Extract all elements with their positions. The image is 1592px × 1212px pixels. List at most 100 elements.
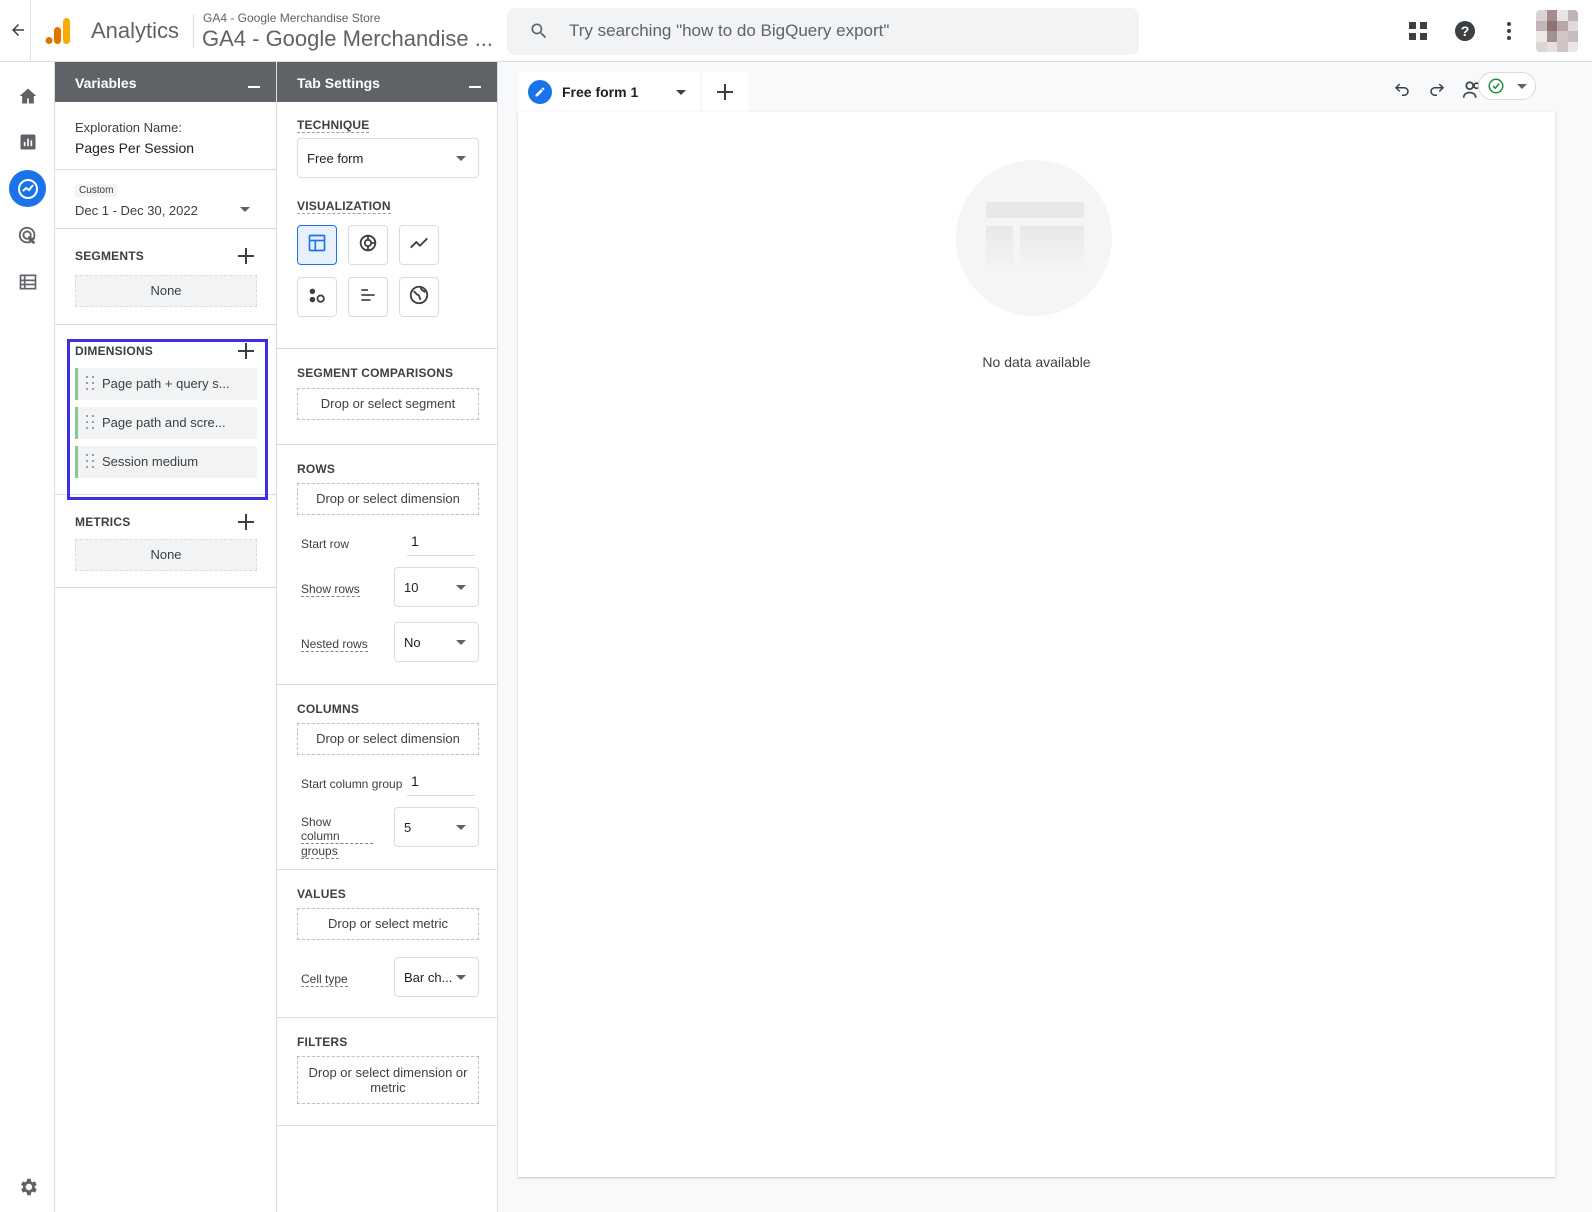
nested-rows-value: No: [404, 635, 421, 650]
technique-label: TECHNIQUE: [297, 118, 370, 133]
redo-icon[interactable]: [1423, 76, 1451, 104]
bar-viz-button[interactable]: [348, 277, 388, 317]
technique-section: TECHNIQUE Free form VISUALIZATION: [277, 102, 497, 349]
save-status-menu[interactable]: [1478, 72, 1536, 100]
show-column-groups-select[interactable]: 5: [394, 807, 479, 847]
donut-chart-icon: [357, 232, 379, 259]
apps-grid-icon[interactable]: [1405, 18, 1431, 44]
segment-comparisons-label: SEGMENT COMPARISONS: [297, 366, 454, 380]
add-segment-icon[interactable]: [238, 248, 254, 264]
add-metric-icon[interactable]: [238, 514, 254, 530]
line-chart-icon: [408, 232, 430, 259]
avatar[interactable]: [1536, 10, 1578, 52]
exploration-canvas-area: Free form 1 No data available: [498, 62, 1592, 1212]
exploration-name-section: Exploration Name: Pages Per Session: [55, 102, 276, 170]
segments-section: SEGMENTS None: [55, 229, 276, 325]
search-bar[interactable]: Try searching "how to do BigQuery export…: [507, 8, 1139, 55]
chevron-down-icon: [456, 825, 466, 830]
bar-chart-icon: [358, 285, 378, 310]
technique-select[interactable]: Free form: [297, 138, 479, 178]
analytics-logo[interactable]: [44, 16, 74, 46]
variables-header: Variables: [55, 62, 276, 102]
divider: [193, 14, 194, 48]
filters-label: FILTERS: [297, 1035, 348, 1049]
home-icon[interactable]: [9, 77, 46, 114]
edit-pencil-icon[interactable]: [528, 80, 552, 104]
chevron-down-icon: [456, 585, 466, 590]
chevron-down-icon[interactable]: [676, 90, 686, 95]
collapse-icon[interactable]: [469, 86, 481, 88]
columns-drop-zone[interactable]: Drop or select dimension: [297, 723, 479, 755]
scatter-viz-button[interactable]: [297, 277, 337, 317]
account-name[interactable]: GA4 - Google Merchandise Store: [203, 11, 380, 25]
show-column-groups-value: 5: [404, 820, 412, 835]
app-name: Analytics: [91, 18, 180, 43]
empty-state-illustration: [956, 160, 1112, 316]
metrics-empty[interactable]: None: [75, 539, 257, 571]
cell-type-label: Cell type: [301, 972, 348, 987]
nested-rows-select[interactable]: No: [394, 622, 479, 662]
variables-panel: Variables Exploration Name: Pages Per Se…: [55, 62, 277, 1212]
settings-icon[interactable]: [9, 1168, 46, 1205]
tab-settings-panel: Tab Settings TECHNIQUE Free form VISUALI…: [277, 62, 498, 1212]
tab-free-form-1[interactable]: Free form 1: [518, 72, 700, 112]
left-navigation: [0, 62, 55, 1212]
explore-icon[interactable]: [9, 170, 46, 207]
visualization-canvas: No data available: [518, 112, 1555, 1177]
line-viz-button[interactable]: [399, 225, 439, 265]
chevron-down-icon: [1517, 84, 1527, 89]
back-arrow-icon[interactable]: [4, 16, 32, 44]
columns-section: COLUMNS Drop or select dimension Start c…: [277, 685, 497, 870]
panel-title: Tab Settings: [297, 75, 380, 91]
values-section: VALUES Drop or select metric Cell type B…: [277, 870, 497, 1018]
property-selector[interactable]: GA4 - Google Merchandise ...: [202, 26, 494, 52]
filters-drop-zone[interactable]: Drop or select dimension or metric: [297, 1056, 479, 1104]
exploration-name-input[interactable]: Pages Per Session: [75, 140, 194, 156]
advertising-icon[interactable]: [9, 217, 46, 254]
show-rows-select[interactable]: 10: [394, 567, 479, 607]
columns-label: COLUMNS: [297, 702, 360, 716]
reports-icon[interactable]: [9, 123, 46, 160]
metrics-title: METRICS: [75, 515, 131, 529]
drop-text: Drop or select dimension or: [308, 1065, 468, 1080]
help-icon[interactable]: ?: [1452, 18, 1478, 44]
geo-map-icon: [408, 284, 430, 311]
show-rows-value: 10: [404, 580, 419, 595]
segment-drop-zone[interactable]: Drop or select segment: [297, 388, 479, 420]
rows-drop-zone[interactable]: Drop or select dimension: [297, 483, 479, 515]
show-column-groups-label: Show column groups: [301, 815, 373, 859]
rows-label: ROWS: [297, 462, 336, 476]
add-tab-button[interactable]: [702, 72, 748, 112]
cell-type-select[interactable]: Bar ch...: [394, 957, 479, 997]
table-icon: [307, 233, 327, 258]
date-range[interactable]: Dec 1 - Dec 30, 2022: [75, 203, 198, 218]
table-viz-button[interactable]: [297, 225, 337, 265]
visualization-label: VISUALIZATION: [297, 199, 391, 214]
undo-icon[interactable]: [1388, 76, 1416, 104]
filters-section: FILTERS Drop or select dimension or metr…: [277, 1018, 497, 1126]
tab-label: Free form 1: [562, 84, 639, 100]
show-rows-label: Show rows: [301, 582, 360, 597]
values-drop-zone[interactable]: Drop or select metric: [297, 908, 479, 940]
chevron-down-icon[interactable]: [240, 207, 250, 212]
more-vert-icon[interactable]: [1496, 18, 1522, 44]
scatter-plot-icon: [306, 284, 328, 311]
geo-viz-button[interactable]: [399, 277, 439, 317]
start-row-input[interactable]: 1: [407, 528, 475, 556]
start-column-group-input[interactable]: 1: [407, 768, 475, 796]
segments-title: SEGMENTS: [75, 249, 144, 263]
collapse-icon[interactable]: [248, 86, 260, 88]
divider: [30, 0, 31, 62]
drop-text: metric: [370, 1080, 406, 1095]
empty-state-message: No data available: [982, 354, 1091, 370]
nested-rows-label: Nested rows: [301, 637, 368, 652]
metrics-section: METRICS None: [55, 495, 276, 588]
start-column-group-label: Start column group: [301, 777, 403, 791]
donut-viz-button[interactable]: [348, 225, 388, 265]
date-range-section[interactable]: Custom Dec 1 - Dec 30, 2022: [55, 170, 276, 229]
configure-icon[interactable]: [9, 263, 46, 300]
technique-value: Free form: [307, 151, 364, 166]
rows-section: ROWS Drop or select dimension Start row …: [277, 445, 497, 685]
segments-empty[interactable]: None: [75, 275, 257, 307]
svg-text:?: ?: [1461, 23, 1470, 39]
